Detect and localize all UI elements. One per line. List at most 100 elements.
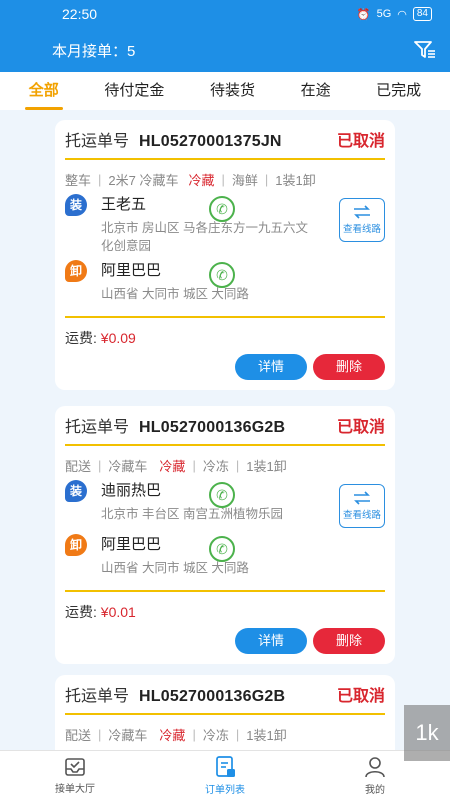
order-card: 托运单号 HL05270001375JN 已取消 整车 | 2米7 冷藏车 冷藏 | … — [55, 120, 395, 390]
unload-tag: 卸 — [65, 534, 87, 556]
meta-vehicle: 2米7 冷藏车 — [108, 172, 179, 188]
route-icon — [354, 205, 370, 219]
month-orders-count: 本月接单：5 — [52, 42, 136, 60]
phone-icon: ✆ — [216, 200, 228, 217]
order-no-label: 托运单号 — [65, 688, 130, 705]
signal-label: 5G — [376, 8, 392, 20]
order-list-icon — [216, 756, 235, 777]
status-tabs: 全部 待付定金 待装货 在途 已完成 — [0, 72, 450, 110]
fee-amount: ¥0.09 — [100, 330, 136, 346]
unload-tag: 卸 — [65, 260, 87, 282]
nav-mine[interactable]: 我的 — [330, 755, 420, 796]
phone-icon: ✆ — [216, 540, 228, 557]
top-bar: 本月接单：5 — [0, 28, 450, 72]
order-number: HL0527000136G2B — [139, 688, 286, 705]
alarm-icon: ⏰ — [356, 8, 371, 21]
order-card-header: 托运单号 HL05270001375JN 已取消 — [65, 120, 385, 160]
filter-icon — [414, 41, 435, 58]
order-meta: 整车 | 2米7 冷藏车 冷藏 | 海鲜 | 1装1卸 — [65, 171, 316, 188]
battery-icon: 84 — [412, 7, 432, 21]
meta-type: 配送 — [65, 727, 92, 743]
tab-pending-deposit[interactable]: 待付定金 — [100, 72, 168, 110]
call-button[interactable]: ✆ — [209, 482, 235, 508]
meta-type: 配送 — [65, 458, 92, 474]
meta-cargo: 冷冻 — [202, 727, 229, 743]
order-meta: 配送 | 冷藏车 冷藏 | 冷冻 | 1装1卸 — [65, 726, 287, 743]
order-card: 托运单号 HL0527000136G2B 已取消 配送 | 冷藏车 冷藏 | 冷冻 | … — [55, 406, 395, 664]
nav-order-list[interactable]: 订单列表 — [180, 755, 270, 796]
freight-fee: 运费: ¥0.01 — [65, 602, 385, 622]
unload-stop: 卸 阿里巴巴 ✆ 山西省 大同市 城区 大同路 — [65, 260, 385, 310]
meta-stops: 1装1卸 — [275, 172, 316, 188]
fee-amount: ¥0.01 — [100, 604, 136, 620]
meta-vehicle: 冷藏车 — [108, 727, 148, 743]
unload-stop: 卸 阿里巴巴 ✆ 山西省 大同市 城区 大同路 — [65, 534, 385, 584]
watermark: 1k — [404, 705, 450, 761]
details-button[interactable]: 详情 — [235, 354, 307, 380]
order-list[interactable]: 托运单号 HL05270001375JN 已取消 整车 | 2米7 冷藏车 冷藏 | … — [0, 110, 450, 750]
load-address: 北京市 丰台区 南宫五洲植物乐园 — [101, 507, 283, 521]
load-stop: 装 迪丽热巴 ✆ 北京市 丰台区 南宫五洲植物乐园 查看线路 — [65, 480, 385, 530]
order-no-label: 托运单号 — [65, 419, 130, 436]
order-number: HL05270001375JN — [139, 133, 282, 150]
tab-in-transit[interactable]: 在途 — [297, 72, 335, 110]
unload-contact-name: 阿里巴巴 — [101, 536, 162, 553]
status-bar: 22:50 ⏰ 5G ◠ 84 — [0, 0, 450, 28]
nav-label: 我的 — [365, 785, 385, 796]
tab-pending-load[interactable]: 待装货 — [206, 72, 259, 110]
view-route-label: 查看线路 — [342, 510, 381, 521]
delete-button[interactable]: 删除 — [313, 628, 385, 654]
order-card-header: 托运单号 HL0527000136G2B 已取消 — [65, 406, 385, 446]
fee-label: 运费: — [65, 604, 97, 620]
meta-temperature: 冷藏 — [159, 727, 186, 743]
meta-temperature: 冷藏 — [188, 172, 215, 188]
call-button[interactable]: ✆ — [209, 196, 235, 222]
view-route-button[interactable]: 查看线路 — [339, 198, 385, 242]
nav-label: 接单大厅 — [55, 784, 95, 795]
nav-order-hall[interactable]: 接单大厅 — [30, 756, 120, 795]
load-tag: 装 — [65, 480, 87, 502]
load-tag: 装 — [65, 194, 87, 216]
meta-stops: 1装1卸 — [246, 727, 287, 743]
call-button[interactable]: ✆ — [209, 262, 235, 288]
divider — [65, 590, 385, 592]
meta-temperature: 冷藏 — [159, 458, 186, 474]
unload-contact-name: 阿里巴巴 — [101, 262, 162, 279]
order-status: 已取消 — [336, 133, 385, 150]
order-meta: 配送 | 冷藏车 冷藏 | 冷冻 | 1装1卸 — [65, 457, 287, 474]
status-icons: ⏰ 5G ◠ 84 — [357, 7, 432, 21]
view-route-button[interactable]: 查看线路 — [339, 484, 385, 528]
meta-type: 整车 — [65, 172, 92, 188]
bottom-nav: 接单大厅 订单列表 我的 — [0, 750, 450, 800]
delete-button[interactable]: 删除 — [313, 354, 385, 380]
inbox-check-icon — [65, 758, 85, 776]
fee-label: 运费: — [65, 330, 97, 346]
meta-cargo: 海鲜 — [231, 172, 258, 188]
view-route-label: 查看线路 — [342, 224, 381, 235]
call-button[interactable]: ✆ — [209, 536, 235, 562]
card-actions: 详情 删除 — [65, 354, 385, 390]
order-status: 已取消 — [336, 688, 385, 705]
unload-address: 山西省 大同市 城区 大同路 — [101, 561, 249, 575]
phone-icon: ✆ — [216, 266, 228, 283]
load-stop: 装 王老五 ✆ 北京市 房山区 马各庄东方一九五六文化创意园 查看线路 — [65, 194, 385, 256]
freight-fee: 运费: ¥0.09 — [65, 328, 385, 348]
tab-completed[interactable]: 已完成 — [372, 72, 425, 110]
meta-stops: 1装1卸 — [246, 458, 287, 474]
filter-button[interactable] — [410, 35, 440, 65]
tab-all[interactable]: 全部 — [24, 72, 63, 110]
meta-vehicle: 冷藏车 — [108, 458, 148, 474]
order-no-label: 托运单号 — [65, 133, 130, 150]
meta-cargo: 冷冻 — [202, 458, 229, 474]
nav-label: 订单列表 — [205, 785, 245, 796]
wifi-icon: ◠ — [397, 8, 407, 21]
details-button[interactable]: 详情 — [235, 628, 307, 654]
person-icon — [365, 757, 385, 778]
unload-address: 山西省 大同市 城区 大同路 — [101, 287, 249, 301]
divider — [65, 316, 385, 318]
order-number: HL0527000136G2B — [139, 419, 286, 436]
order-status: 已取消 — [336, 419, 385, 436]
status-time: 22:50 — [62, 6, 98, 22]
order-card-header: 托运单号 HL0527000136G2B 已取消 — [65, 675, 385, 715]
card-actions: 详情 删除 — [65, 628, 385, 664]
